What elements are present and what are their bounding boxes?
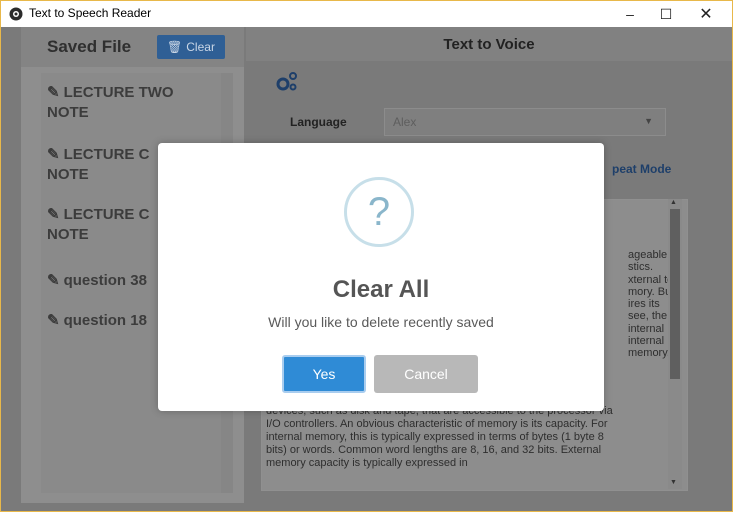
saved-file-name: LECTURE C bbox=[63, 146, 150, 163]
note-icon: ✎ bbox=[47, 146, 60, 163]
language-label: Language bbox=[290, 115, 347, 129]
note-icon: ✎ bbox=[47, 272, 60, 289]
question-icon: ? bbox=[344, 177, 414, 247]
gears-icon[interactable] bbox=[274, 71, 298, 93]
repeat-mode-toggle[interactable]: peat Mode bbox=[612, 162, 671, 176]
clear-all-dialog: ? Clear All Will you like to delete rece… bbox=[158, 143, 604, 411]
saved-file-name: LECTURE C bbox=[63, 206, 150, 223]
text-line: I/O controllers. An obvious characterist… bbox=[266, 418, 608, 430]
window-title: Text to Speech Reader bbox=[29, 6, 152, 20]
footer-bar bbox=[1, 503, 732, 511]
saved-file-name: LECTURE TWO bbox=[63, 84, 174, 101]
scrollbar-thumb[interactable] bbox=[670, 209, 680, 379]
saved-file-name-line2: NOTE bbox=[47, 226, 89, 243]
saved-file-item[interactable]: ✎ LECTURE TWO NOTE bbox=[47, 83, 227, 123]
note-icon: ✎ bbox=[47, 206, 60, 223]
text-line: memory capacity is typically expressed i… bbox=[266, 457, 468, 469]
dialog-message: Will you like to delete recently saved bbox=[268, 314, 494, 330]
text-content: devices, such as disk and tape, that are… bbox=[266, 405, 676, 470]
title-bar: Text to Speech Reader – ☐ ✕ bbox=[1, 1, 732, 27]
clear-button-label: Clear bbox=[186, 40, 215, 54]
language-select-value: Alex bbox=[393, 115, 417, 129]
main-title: Text to Voice bbox=[443, 36, 535, 53]
maximize-button[interactable]: ☐ bbox=[648, 1, 684, 27]
note-icon: ✎ bbox=[47, 312, 60, 329]
text-line: bits) or words. Common word lengths are … bbox=[266, 444, 602, 456]
chevron-down-icon: ▼ bbox=[644, 116, 653, 126]
saved-file-name: question 38 bbox=[63, 272, 147, 289]
saved-file-name-line2: NOTE bbox=[47, 104, 89, 121]
clear-button[interactable]: 🗑 Clear bbox=[157, 35, 225, 59]
close-button[interactable]: ✕ bbox=[688, 1, 724, 27]
trash-icon: 🗑 bbox=[167, 40, 183, 54]
dialog-title: Clear All bbox=[332, 276, 430, 303]
saved-file-name: question 18 bbox=[63, 312, 147, 329]
text-line: internal memory, this is typically expre… bbox=[266, 431, 604, 443]
note-icon: ✎ bbox=[47, 84, 60, 101]
scroll-up-icon[interactable]: ▲ bbox=[670, 199, 677, 206]
language-select[interactable]: Alex ▼ bbox=[384, 108, 666, 136]
text-scrollbar[interactable]: ▲ ▼ bbox=[668, 199, 682, 489]
question-mark-glyph: ? bbox=[367, 189, 391, 234]
app-icon bbox=[9, 7, 23, 21]
yes-button[interactable]: Yes bbox=[282, 355, 366, 393]
sidebar-header: Saved File 🗑 Clear bbox=[21, 27, 244, 67]
saved-file-name-line2: NOTE bbox=[47, 166, 89, 183]
minimize-button[interactable]: – bbox=[612, 1, 648, 27]
cancel-button[interactable]: Cancel bbox=[374, 355, 478, 393]
app-window: Text to Speech Reader – ☐ ✕ Saved File 🗑… bbox=[0, 0, 733, 512]
scroll-down-icon[interactable]: ▼ bbox=[670, 479, 677, 486]
main-header: Text to Voice bbox=[246, 27, 732, 61]
saved-file-title: Saved File bbox=[47, 37, 132, 56]
